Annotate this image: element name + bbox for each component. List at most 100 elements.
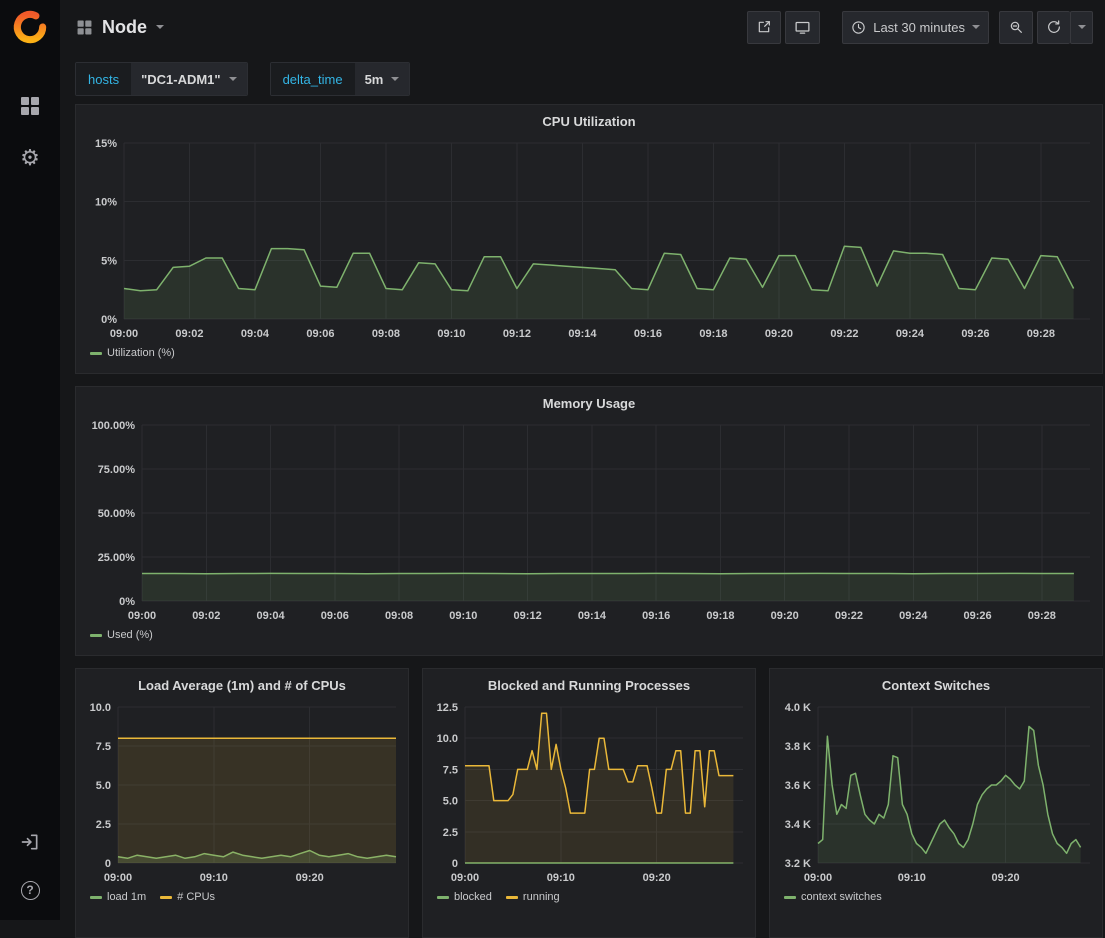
dashboard-title-group[interactable]: Node	[76, 17, 164, 38]
panel-title[interactable]: Context Switches	[770, 669, 1102, 697]
svg-text:09:04: 09:04	[241, 328, 270, 340]
sign-in-icon	[20, 832, 40, 852]
bottom-panel-row: Load Average (1m) and # of CPUs 09:0009:…	[75, 668, 1103, 938]
tv-mode-button[interactable]	[785, 11, 820, 44]
svg-text:09:16: 09:16	[642, 610, 670, 622]
variable-hosts-label: hosts	[76, 63, 131, 95]
legend-item[interactable]: running	[506, 891, 560, 903]
load-legend: load 1m # CPUs	[76, 891, 408, 903]
svg-text:09:16: 09:16	[634, 328, 662, 340]
panel-title[interactable]: Blocked and Running Processes	[423, 669, 755, 697]
top-navbar: Node	[60, 0, 1105, 54]
dashboards-grid-icon	[19, 95, 41, 117]
legend-item[interactable]: # CPUs	[160, 891, 215, 903]
legend-label: blocked	[454, 891, 492, 903]
cpu-legend: Utilization (%)	[76, 347, 1102, 359]
svg-text:2.5: 2.5	[443, 827, 458, 839]
svg-text:09:18: 09:18	[706, 610, 734, 622]
legend-swatch	[437, 896, 449, 899]
panel-memory-usage: Memory Usage 09:0009:0209:0409:0609:0809…	[75, 386, 1103, 656]
panel-load-average: Load Average (1m) and # of CPUs 09:0009:…	[75, 668, 409, 938]
svg-text:50.00%: 50.00%	[98, 508, 136, 520]
sidebar-item-signin[interactable]	[16, 828, 44, 856]
svg-text:09:22: 09:22	[830, 328, 858, 340]
legend-item[interactable]: Used (%)	[90, 629, 153, 641]
svg-text:3.8 K: 3.8 K	[785, 741, 811, 753]
panel-cpu-utilization: CPU Utilization 09:0009:0209:0409:0609:0…	[75, 104, 1103, 374]
svg-text:09:20: 09:20	[771, 610, 799, 622]
legend-label: context switches	[801, 891, 882, 903]
svg-text:25.00%: 25.00%	[98, 552, 136, 564]
legend-swatch	[784, 896, 796, 899]
clock-icon	[851, 20, 866, 35]
zoom-out-button[interactable]	[999, 11, 1033, 44]
dashboard-grid: CPU Utilization 09:0009:0209:0409:0609:0…	[60, 104, 1105, 938]
sidebar-item-configuration[interactable]: ⚙	[16, 144, 44, 172]
svg-text:09:10: 09:10	[449, 610, 477, 622]
legend-swatch	[90, 634, 102, 637]
panel-title[interactable]: CPU Utilization	[76, 105, 1102, 133]
panel-title[interactable]: Memory Usage	[76, 387, 1102, 415]
svg-text:09:06: 09:06	[306, 328, 334, 340]
svg-text:4.0 K: 4.0 K	[785, 702, 811, 714]
legend-swatch	[90, 896, 102, 899]
legend-item[interactable]: context switches	[784, 891, 882, 903]
refresh-interval-dropdown[interactable]	[1070, 11, 1093, 44]
dashboard-title[interactable]: Node	[102, 17, 147, 38]
magnifier-icon	[1008, 19, 1024, 35]
svg-text:09:12: 09:12	[514, 610, 542, 622]
legend-label: Utilization (%)	[107, 347, 175, 359]
blocked-running-chart[interactable]: 09:0009:1009:2002.55.07.510.012.5	[423, 697, 755, 889]
legend-swatch	[506, 896, 518, 899]
legend-swatch	[160, 896, 172, 899]
svg-text:100.00%: 100.00%	[92, 420, 136, 432]
svg-text:09:14: 09:14	[568, 328, 597, 340]
svg-text:09:28: 09:28	[1028, 610, 1056, 622]
svg-text:09:10: 09:10	[898, 872, 926, 884]
memory-usage-chart[interactable]: 09:0009:0209:0409:0609:0809:1009:1209:14…	[76, 415, 1102, 627]
svg-text:09:00: 09:00	[804, 872, 832, 884]
svg-text:09:18: 09:18	[699, 328, 727, 340]
gear-icon: ⚙	[20, 147, 40, 169]
legend-item[interactable]: load 1m	[90, 891, 146, 903]
share-button[interactable]	[747, 11, 781, 44]
context-switches-chart[interactable]: 09:0009:1009:203.2 K3.4 K3.6 K3.8 K4.0 K	[770, 697, 1102, 889]
legend-label: Used (%)	[107, 629, 153, 641]
svg-text:3.6 K: 3.6 K	[785, 780, 811, 792]
memory-legend: Used (%)	[76, 629, 1102, 641]
blocked-legend: blocked running	[423, 891, 755, 903]
svg-text:3.4 K: 3.4 K	[785, 819, 811, 831]
variable-delta-time-value[interactable]: 5m	[355, 63, 410, 95]
svg-text:09:20: 09:20	[765, 328, 793, 340]
monitor-icon	[794, 19, 811, 36]
variable-hosts-value[interactable]: "DC1-ADM1"	[131, 63, 247, 95]
chevron-down-icon	[391, 77, 399, 81]
svg-text:09:00: 09:00	[110, 328, 138, 340]
load-average-chart[interactable]: 09:0009:1009:2002.55.07.510.0	[76, 697, 408, 889]
sidebar-item-dashboards[interactable]	[16, 92, 44, 120]
cpu-utilization-chart[interactable]: 09:0009:0209:0409:0609:0809:1009:1209:14…	[76, 133, 1102, 345]
legend-item[interactable]: Utilization (%)	[90, 347, 175, 359]
panel-title[interactable]: Load Average (1m) and # of CPUs	[76, 669, 408, 697]
svg-text:09:24: 09:24	[896, 328, 925, 340]
sidebar-item-help[interactable]: ?	[16, 876, 44, 904]
svg-text:09:20: 09:20	[643, 872, 671, 884]
grafana-logo[interactable]	[11, 8, 49, 46]
legend-item[interactable]: blocked	[437, 891, 492, 903]
sidebar-bottom: ?	[16, 828, 44, 904]
svg-text:15%: 15%	[95, 138, 117, 150]
help-icon: ?	[21, 881, 40, 900]
svg-text:09:20: 09:20	[992, 872, 1020, 884]
svg-text:09:08: 09:08	[385, 610, 413, 622]
legend-label: load 1m	[107, 891, 146, 903]
refresh-icon	[1046, 19, 1062, 35]
svg-text:09:12: 09:12	[503, 328, 531, 340]
svg-text:09:10: 09:10	[437, 328, 465, 340]
svg-text:2.5: 2.5	[96, 819, 111, 831]
svg-text:09:08: 09:08	[372, 328, 400, 340]
refresh-button[interactable]	[1037, 11, 1070, 44]
time-range-picker[interactable]: Last 30 minutes	[842, 11, 989, 44]
legend-label: # CPUs	[177, 891, 215, 903]
svg-text:7.5: 7.5	[96, 741, 111, 753]
svg-text:0%: 0%	[119, 596, 135, 608]
